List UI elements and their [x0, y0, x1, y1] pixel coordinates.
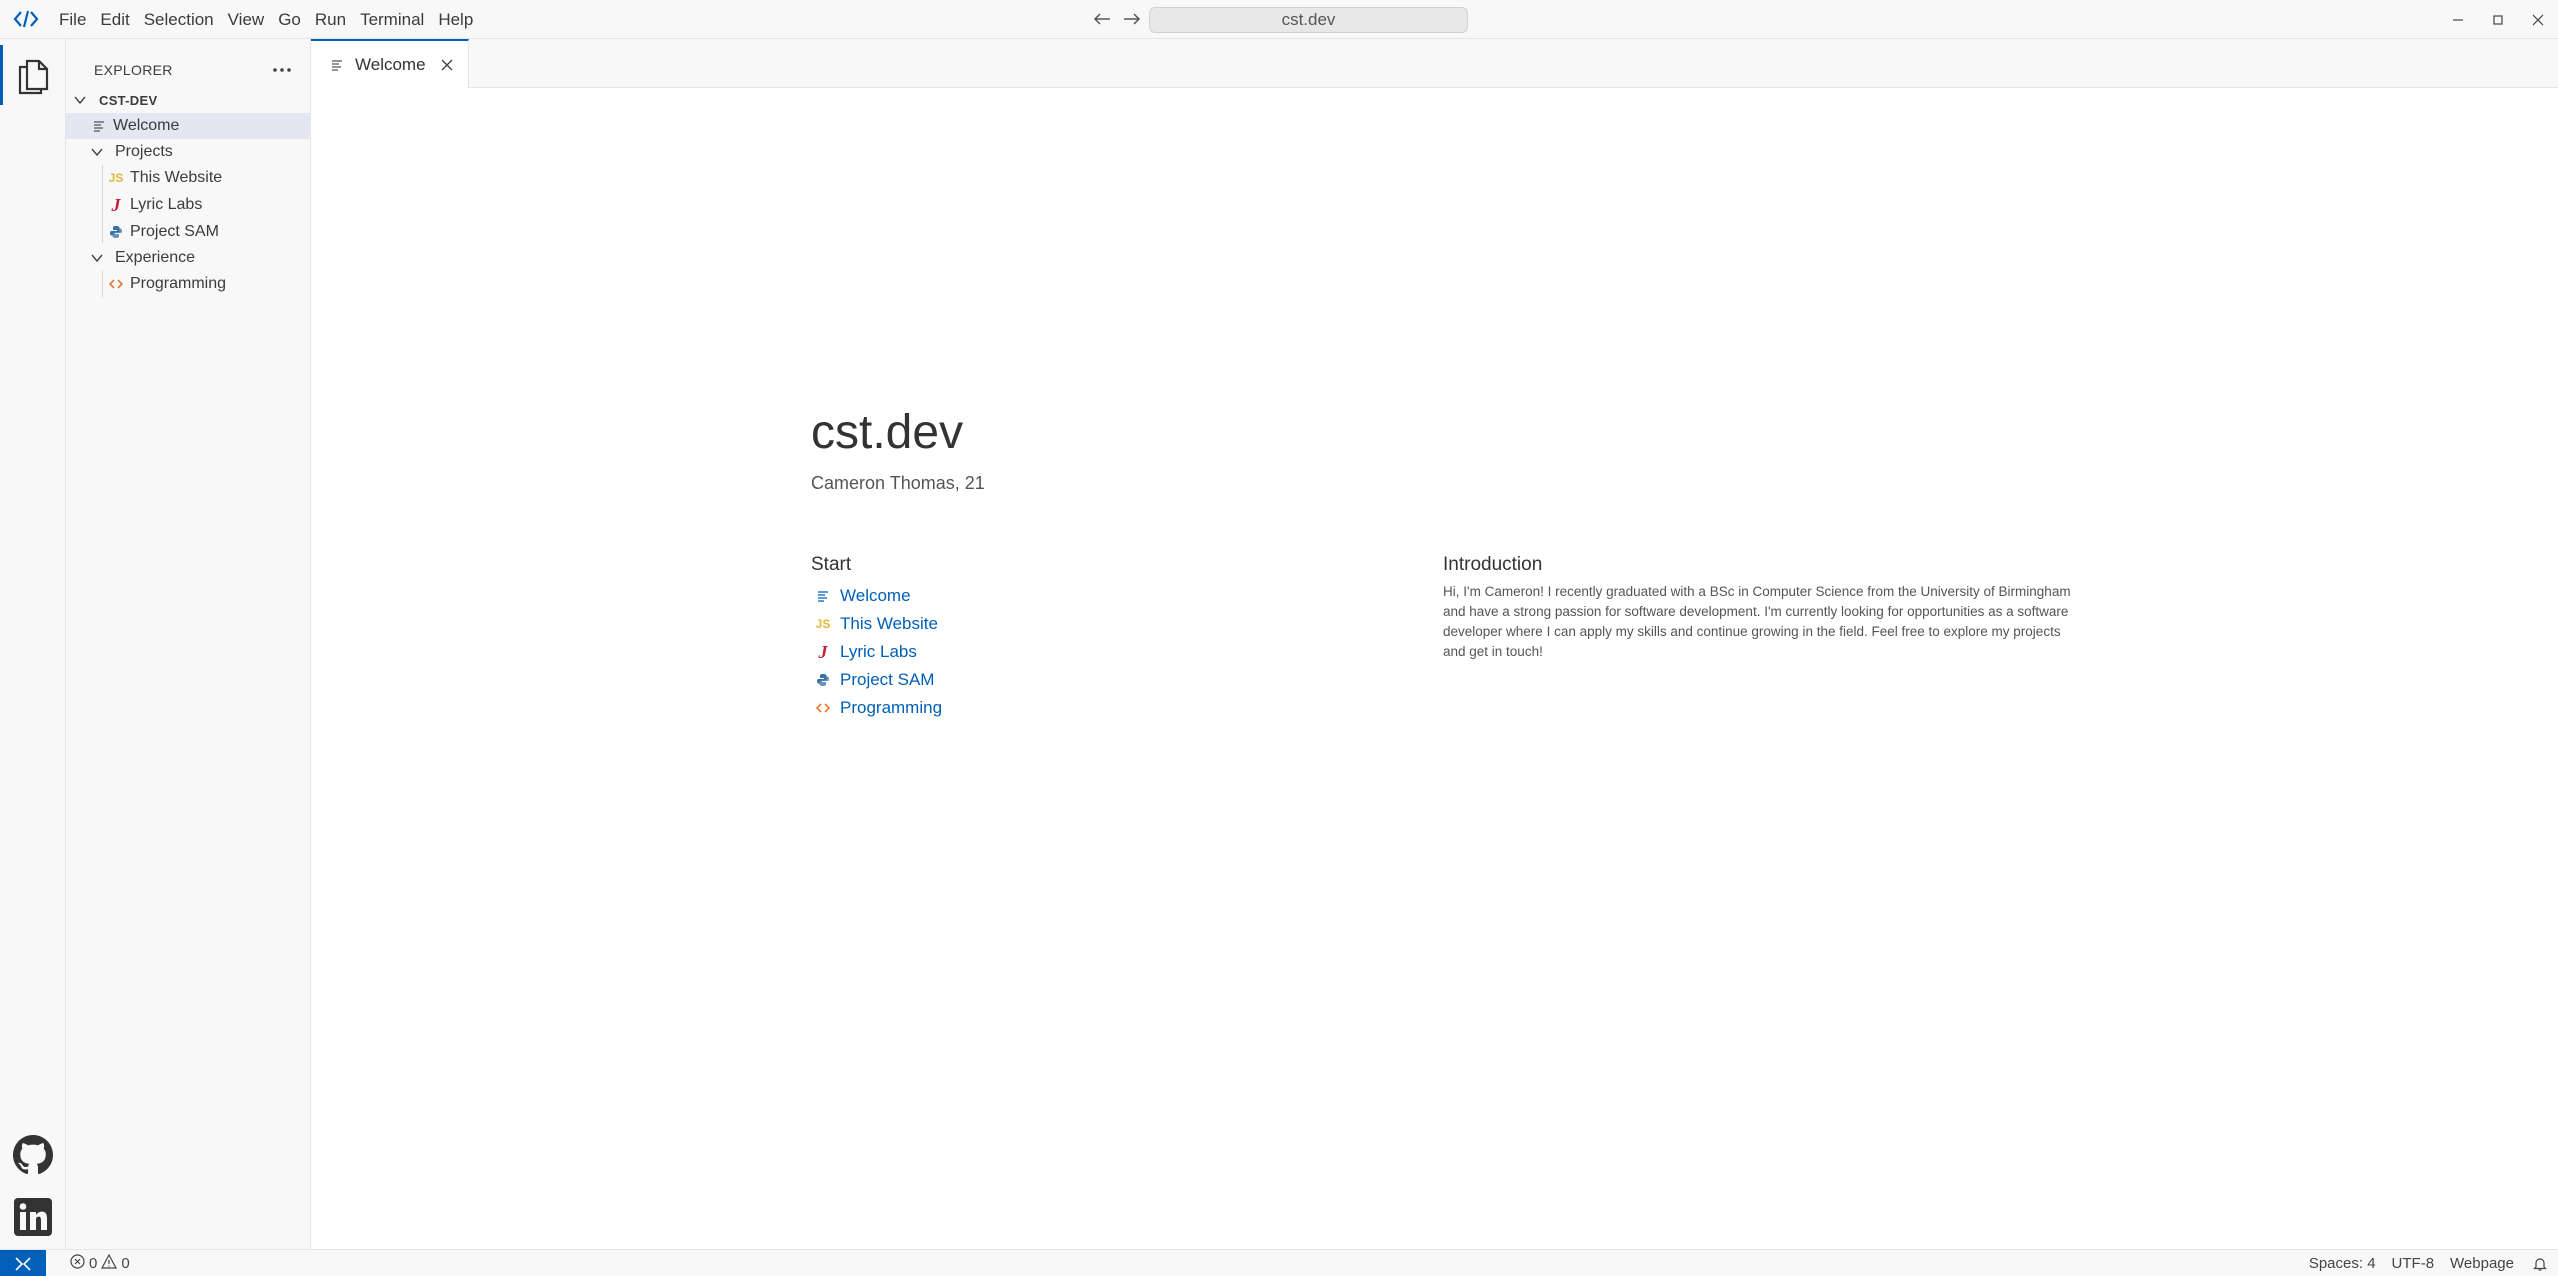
explorer-files-icon[interactable] [0, 45, 66, 105]
sidebar-title: EXPLORER [94, 62, 173, 78]
page-subtitle: Cameron Thomas, 21 [811, 473, 985, 493]
window-controls [2438, 0, 2558, 39]
java-icon: J [818, 641, 828, 662]
python-icon [814, 671, 832, 689]
navigation-arrows [1090, 6, 1144, 32]
chevron-down-icon [88, 143, 106, 161]
editor-tab-bar: Welcome [311, 39, 2558, 88]
title-bar: File Edit Selection View Go Run Terminal… [0, 0, 2558, 39]
status-bar: 0 0 Spaces: 4 UTF-8 Webpage [0, 1249, 2558, 1276]
remote-indicator-icon[interactable] [0, 1250, 46, 1276]
start-link-label: Project SAM [840, 670, 935, 689]
start-link-label: This Website [840, 614, 938, 633]
encoding-status[interactable]: UTF-8 [2384, 1255, 2443, 1272]
minimize-icon[interactable] [2438, 0, 2478, 39]
tab-welcome[interactable]: Welcome [311, 39, 469, 88]
menu-bar: File Edit Selection View Go Run Terminal… [52, 0, 480, 39]
javascript-icon: JS [108, 171, 124, 185]
problems-indicator[interactable]: 0 0 [70, 1250, 130, 1276]
github-icon[interactable] [0, 1127, 66, 1183]
introduction-heading: Introduction [1443, 554, 1543, 575]
menu-go[interactable]: Go [271, 0, 308, 39]
page-title: cst.dev [811, 406, 964, 459]
chevron-down-icon [71, 91, 89, 109]
tree-root-folder[interactable]: CST-DEV [66, 87, 311, 113]
tree-item-this-website[interactable]: JS This Website [66, 165, 311, 191]
start-link-programming[interactable]: Programming [814, 694, 942, 722]
forward-arrow-icon[interactable] [1120, 6, 1144, 32]
tree-item-label: Welcome [113, 117, 180, 134]
welcome-page: cst.dev Cameron Thomas, 21 Start Welcome… [311, 88, 2558, 1249]
maximize-icon[interactable] [2478, 0, 2518, 39]
tree-item-welcome[interactable]: Welcome [66, 113, 311, 139]
vscode-logo-icon [12, 8, 40, 30]
activity-bar [0, 39, 66, 1249]
menu-selection[interactable]: Selection [137, 0, 221, 39]
tree-root-label: CST-DEV [99, 92, 158, 108]
warning-count: 0 [121, 1255, 130, 1272]
error-count: 0 [89, 1255, 98, 1272]
tree-item-label: Lyric Labs [130, 196, 203, 213]
document-icon [331, 57, 347, 73]
tree-item-label: Experience [115, 249, 196, 266]
start-heading: Start [811, 554, 852, 575]
notifications-bell-icon[interactable] [2522, 1256, 2558, 1272]
introduction-text: Hi, I'm Cameron! I recently graduated wi… [1443, 584, 2071, 659]
javascript-icon: JS [815, 617, 831, 631]
start-link-label: Lyric Labs [840, 642, 917, 661]
error-icon [70, 1254, 85, 1273]
tree-item-project-sam[interactable]: Project SAM [66, 219, 311, 245]
chevron-down-icon [88, 249, 106, 267]
tree-folder-experience[interactable]: Experience [66, 245, 311, 271]
linkedin-icon[interactable] [0, 1189, 66, 1245]
start-link-this-website[interactable]: JS This Website [814, 610, 942, 638]
tree-item-lyric-labs[interactable]: J Lyric Labs [66, 192, 311, 218]
tree-item-programming[interactable]: Programming [66, 271, 311, 297]
menu-terminal[interactable]: Terminal [353, 0, 431, 39]
language-mode-status[interactable]: Webpage [2442, 1255, 2522, 1272]
menu-edit[interactable]: Edit [93, 0, 136, 39]
menu-view[interactable]: View [221, 0, 272, 39]
back-arrow-icon[interactable] [1090, 6, 1114, 32]
tree-item-label: Project SAM [130, 223, 219, 240]
code-icon [107, 275, 125, 293]
menu-help[interactable]: Help [431, 0, 480, 39]
python-icon [107, 223, 125, 241]
more-actions-icon[interactable] [268, 59, 296, 81]
start-link-label: Programming [840, 698, 943, 717]
start-link-lyric-labs[interactable]: J Lyric Labs [814, 638, 942, 666]
warning-icon [101, 1253, 118, 1273]
explorer-sidebar: EXPLORER CST-DEV Welcome Projects JS Thi… [66, 39, 311, 1249]
tree-folder-projects[interactable]: Projects [66, 139, 311, 165]
code-icon [814, 699, 832, 717]
document-icon [90, 117, 108, 135]
close-window-icon[interactable] [2518, 0, 2558, 39]
command-center-search[interactable]: cst.dev [1149, 7, 1468, 33]
tree-item-label: This Website [130, 169, 223, 186]
tree-item-label: Projects [115, 143, 173, 160]
tree-item-label: Programming [130, 275, 227, 292]
start-link-project-sam[interactable]: Project SAM [814, 666, 942, 694]
document-icon [814, 587, 832, 605]
start-link-welcome[interactable]: Welcome [814, 582, 942, 610]
start-links: Welcome JS This Website J Lyric Labs Pro… [814, 582, 942, 722]
indentation-status[interactable]: Spaces: 4 [2301, 1255, 2384, 1272]
java-icon: J [111, 194, 121, 215]
status-right: Spaces: 4 UTF-8 Webpage [2301, 1250, 2558, 1276]
menu-run[interactable]: Run [308, 0, 353, 39]
start-link-label: Welcome [840, 586, 911, 605]
close-icon[interactable] [438, 56, 456, 74]
tab-label: Welcome [355, 54, 426, 74]
menu-file[interactable]: File [52, 0, 93, 39]
